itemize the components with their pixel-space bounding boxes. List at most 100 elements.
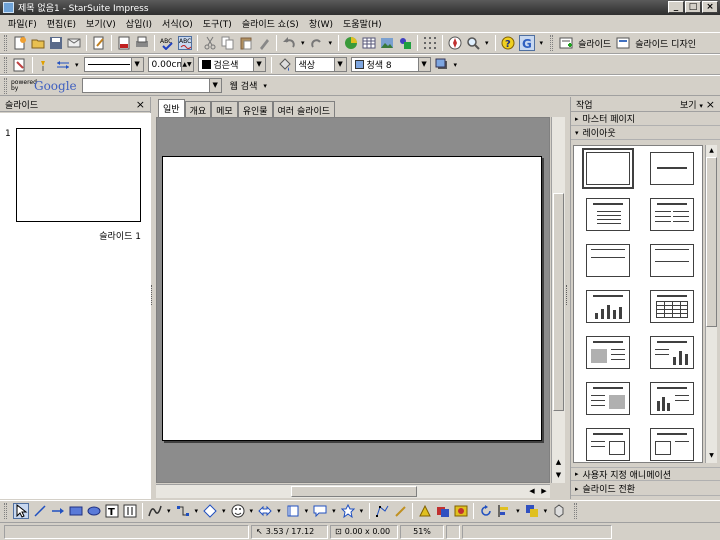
area-fill-icon[interactable] <box>277 57 291 72</box>
scroll-down-button[interactable]: ▼ <box>552 469 565 482</box>
curve-dropdown-icon[interactable]: ▾ <box>167 507 171 515</box>
line-icon[interactable] <box>38 58 52 72</box>
section-slide-transition[interactable]: ▸ 슬라이드 전환 <box>571 482 720 496</box>
arrow-style-icon[interactable] <box>56 58 70 72</box>
slide-icon[interactable] <box>559 36 573 50</box>
zoom-level[interactable]: 51% <box>400 524 444 539</box>
layout-title-content[interactable] <box>586 198 630 231</box>
close-icon[interactable]: × <box>706 98 715 111</box>
layout-title-text[interactable] <box>586 244 630 277</box>
tab-notes[interactable]: 메모 <box>211 101 238 117</box>
tab-normal[interactable]: 일반 <box>158 99 185 117</box>
block-arrows-dropdown-icon[interactable]: ▾ <box>277 507 281 515</box>
google-g-icon[interactable]: G <box>518 35 535 51</box>
scroll-up-button[interactable]: ▲ <box>706 145 717 156</box>
redo-dropdown-icon[interactable]: ▾ <box>329 39 333 47</box>
task-panel-scrollbar[interactable]: ▲ ▼ <box>705 145 717 463</box>
print-icon[interactable] <box>135 36 149 50</box>
layout-title-chart[interactable] <box>586 290 630 323</box>
open-folder-icon[interactable] <box>31 36 45 50</box>
block-arrows-icon[interactable] <box>258 504 272 518</box>
arrange-icon[interactable] <box>525 504 539 518</box>
menu-insert[interactable]: 삽입(I) <box>121 17 157 30</box>
tab-outline[interactable]: 개요 <box>184 101 212 117</box>
task-panel-splitter-handle[interactable] <box>566 285 569 305</box>
alignment-dropdown-icon[interactable]: ▾ <box>516 507 520 515</box>
redo-icon[interactable] <box>310 36 324 50</box>
vertical-scrollbar[interactable]: ▲ ▼ <box>551 117 565 483</box>
view-menu-button[interactable]: 보기 <box>680 101 697 111</box>
chart-icon[interactable] <box>344 36 358 50</box>
select-pointer-icon[interactable] <box>13 503 29 519</box>
arrow-line-tool-icon[interactable] <box>51 504 65 518</box>
basic-shapes-dropdown-icon[interactable]: ▾ <box>222 507 226 515</box>
help-icon[interactable]: ? <box>501 36 515 50</box>
toolbar-grip[interactable] <box>550 35 554 51</box>
toolbar-grip[interactable] <box>574 503 578 519</box>
from-file-icon[interactable] <box>436 504 450 518</box>
scroll-left-button[interactable]: ◀ <box>526 485 538 498</box>
menu-tools[interactable]: 도구(T) <box>198 17 237 30</box>
layout-title-text-clipart[interactable] <box>586 382 630 415</box>
layout-title-only[interactable] <box>650 152 694 185</box>
layout-title-table[interactable] <box>650 290 694 323</box>
chevron-down-icon[interactable]: ▾ <box>699 102 703 110</box>
area-style-select[interactable]: 색상 ▼ <box>294 57 347 72</box>
paste-icon[interactable] <box>239 36 253 50</box>
slide-canvas[interactable] <box>156 117 550 483</box>
spinner-icon[interactable]: ▲▼ <box>180 58 193 71</box>
callouts-dropdown-icon[interactable]: ▾ <box>332 507 336 515</box>
spellcheck-icon[interactable]: ABC <box>160 36 174 50</box>
new-slide-label[interactable]: 슬라이드 <box>578 37 611 50</box>
flowchart-dropdown-icon[interactable]: ▾ <box>305 507 309 515</box>
layout-blank[interactable] <box>582 148 634 189</box>
undo-icon[interactable] <box>282 36 296 50</box>
tab-handout[interactable]: 유인물 <box>237 101 273 117</box>
menu-slideshow[interactable]: 슬라이드 쇼(S) <box>237 17 304 30</box>
export-pdf-icon[interactable] <box>117 36 131 50</box>
callouts-icon[interactable] <box>313 504 327 518</box>
layout-title-object-text[interactable] <box>586 428 630 461</box>
area-color-select[interactable]: 청색 8 ▼ <box>350 57 431 72</box>
basic-shapes-icon[interactable] <box>203 504 217 518</box>
horizontal-scrollbar[interactable]: ◀ ▶ <box>156 484 550 498</box>
scroll-thumb[interactable] <box>291 486 417 497</box>
maximize-button[interactable]: □ <box>685 1 701 13</box>
edit-file-icon[interactable] <box>92 36 106 50</box>
slides-list[interactable]: 1 슬라이드 1 <box>0 113 151 499</box>
flowchart-icon[interactable] <box>286 504 300 518</box>
scroll-down-button[interactable]: ▼ <box>706 450 717 461</box>
rectangle-tool-icon[interactable] <box>69 504 83 518</box>
symbol-shapes-icon[interactable] <box>231 504 245 518</box>
format-paintbrush-icon[interactable] <box>257 36 271 50</box>
glue-points-icon[interactable] <box>393 504 407 518</box>
points-edit-icon[interactable] <box>375 504 389 518</box>
scroll-up-button[interactable]: ▲ <box>552 456 565 469</box>
navigator-icon[interactable] <box>448 36 462 50</box>
menu-view[interactable]: 보기(V) <box>81 17 121 30</box>
layout-title-text-chart[interactable] <box>650 336 694 369</box>
close-window-button[interactable]: × <box>702 1 718 13</box>
zoom-dropdown-icon[interactable]: ▾ <box>485 39 489 47</box>
show-draw-functions-icon[interactable] <box>398 36 412 50</box>
zoom-icon[interactable] <box>466 36 480 50</box>
minimize-button[interactable]: _ <box>668 1 684 13</box>
curve-tool-icon[interactable] <box>148 504 162 518</box>
table-icon[interactable] <box>362 36 376 50</box>
section-custom-animation[interactable]: ▸ 사용자 지정 애니메이션 <box>571 467 720 481</box>
arrange-dropdown-icon[interactable]: ▾ <box>544 507 548 515</box>
close-icon[interactable]: × <box>136 98 145 111</box>
rotate-icon[interactable] <box>479 504 493 518</box>
web-search-dropdown-icon[interactable]: ▾ <box>263 82 267 90</box>
toolbar-grip[interactable] <box>4 35 7 51</box>
scroll-right-button[interactable]: ▶ <box>538 485 550 498</box>
fontwork-icon[interactable] <box>418 504 432 518</box>
line-width-field[interactable]: 0.00cm ▲▼ <box>147 57 194 72</box>
toolbar-options-icon[interactable]: ▾ <box>454 61 458 69</box>
new-document-icon[interactable] <box>13 36 27 50</box>
layout-title-chart-text[interactable] <box>650 382 694 415</box>
menu-edit[interactable]: 편집(E) <box>42 17 81 30</box>
line-tool-icon[interactable] <box>33 504 47 518</box>
toolbar-grip[interactable] <box>4 77 7 94</box>
layout-title-clipart-text[interactable] <box>586 336 630 369</box>
